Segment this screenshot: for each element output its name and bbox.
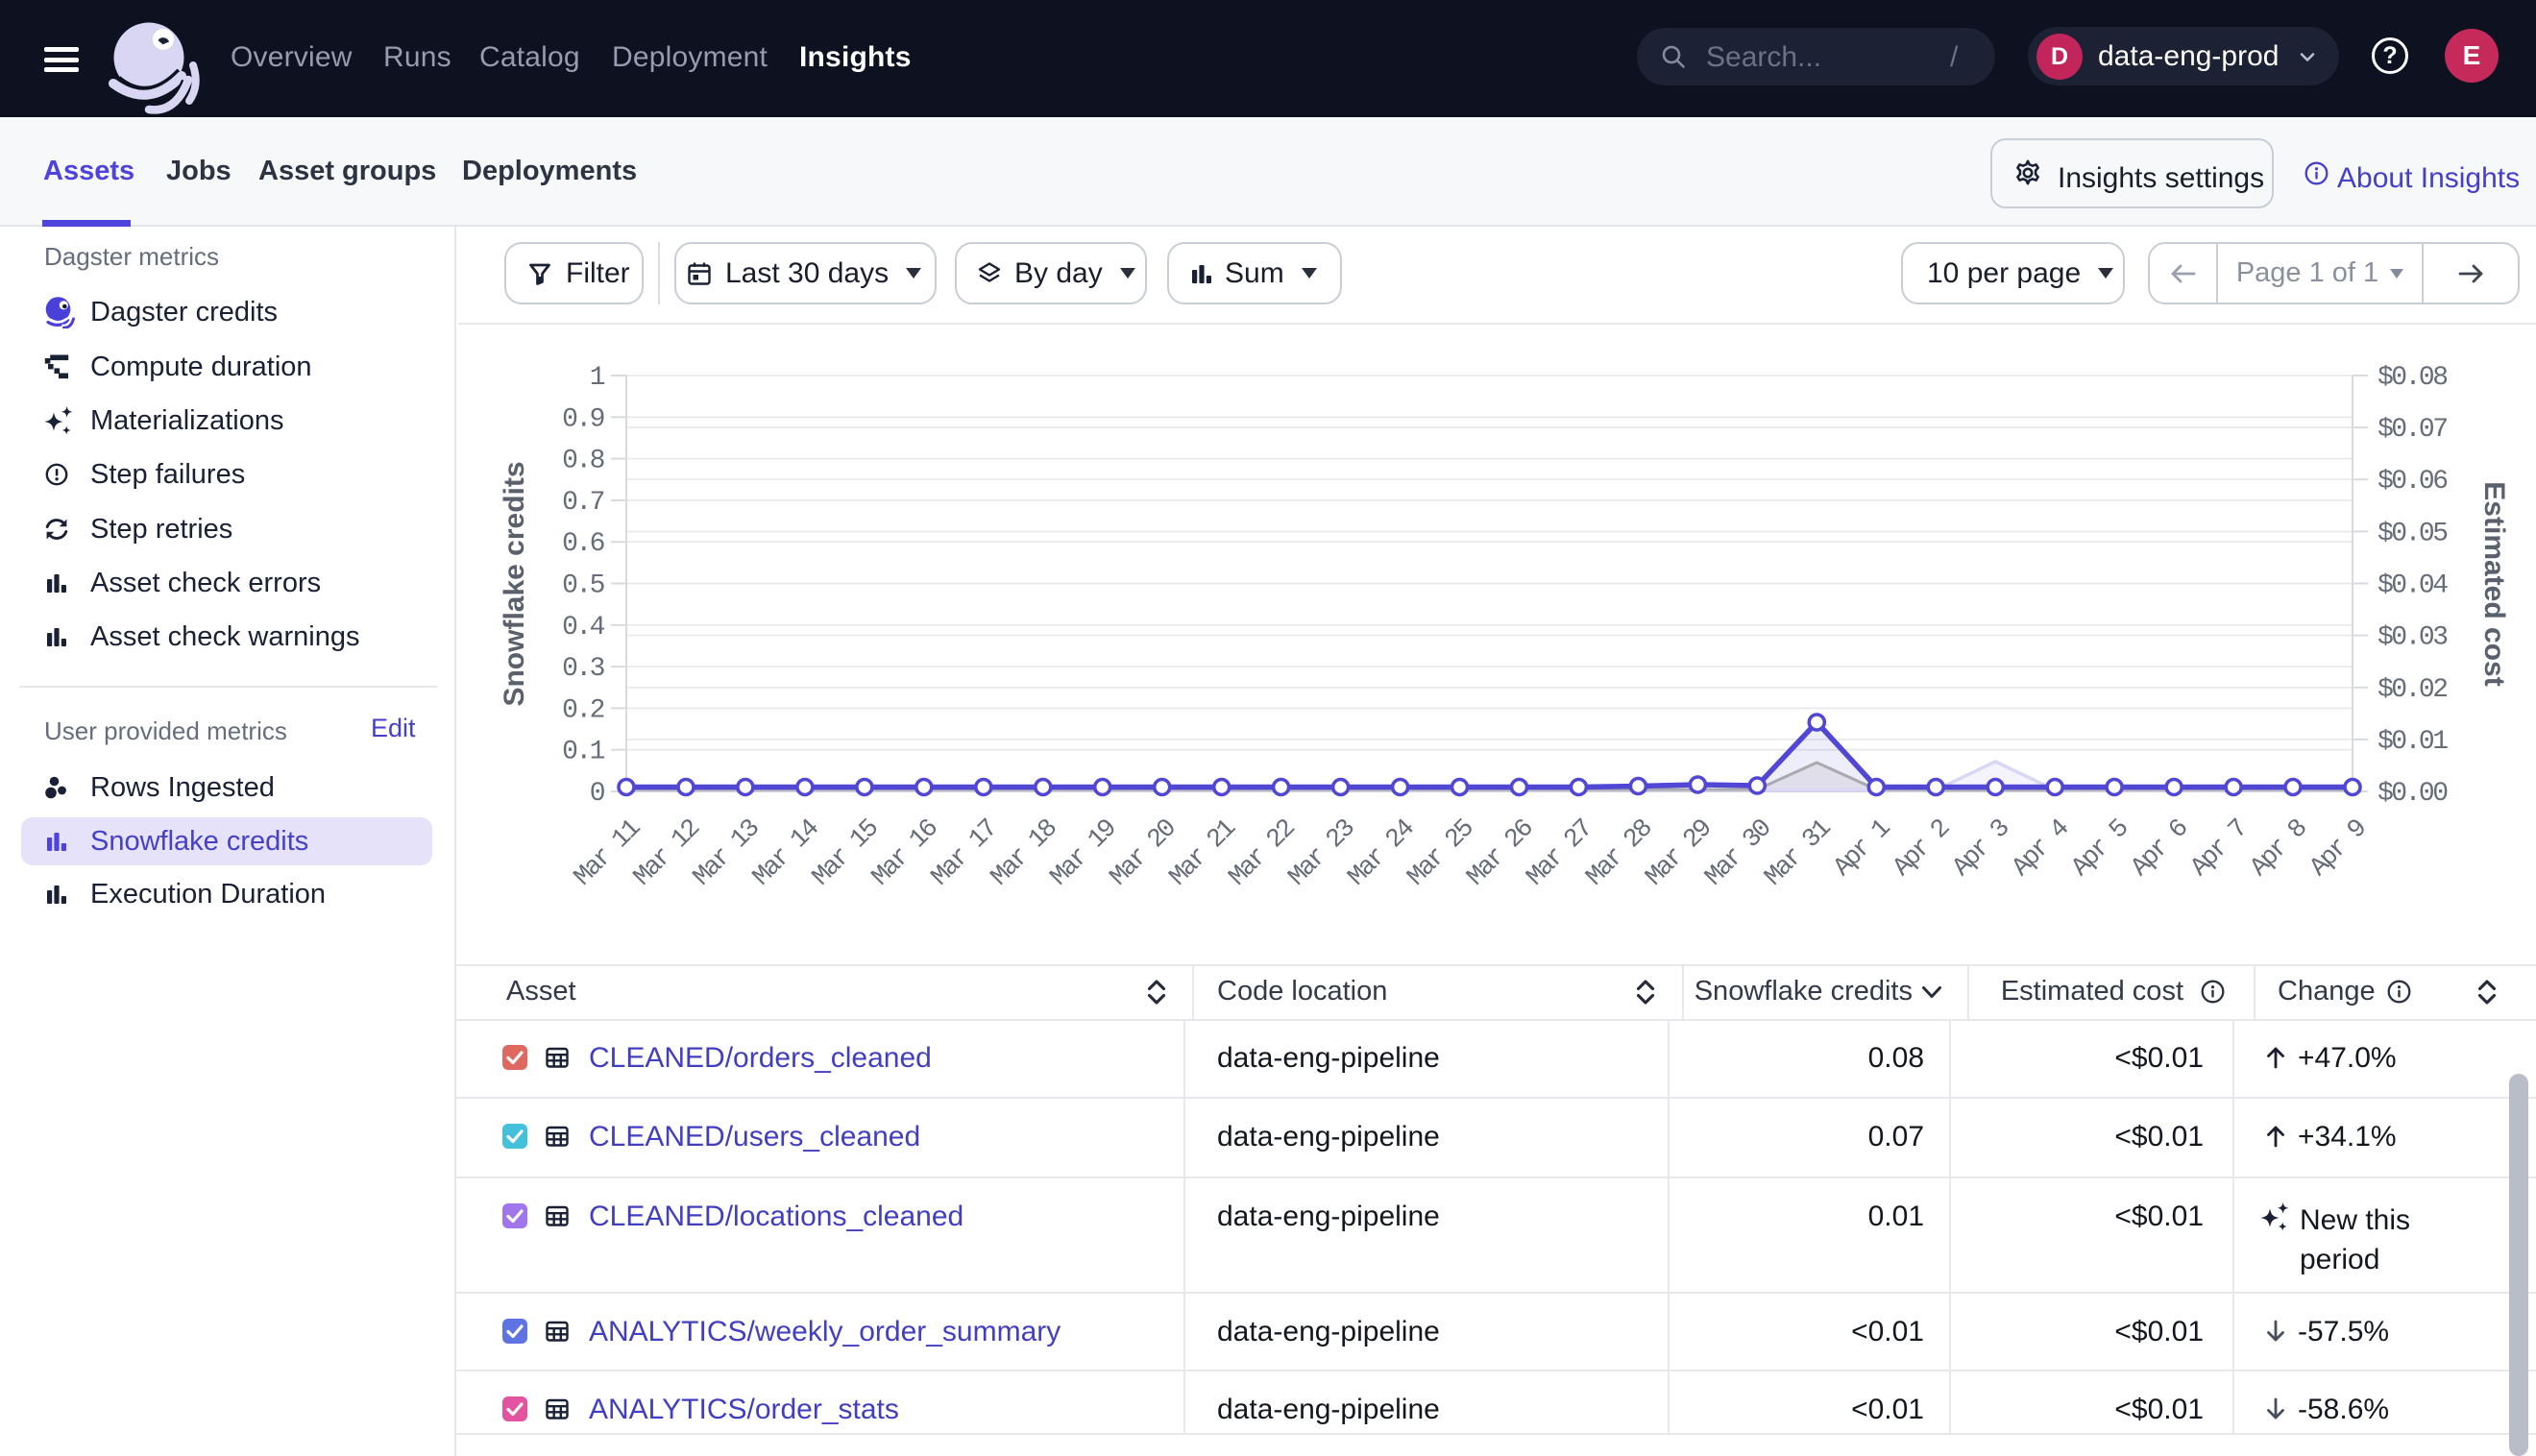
svg-text:Apr 6: Apr 6: [2126, 814, 2194, 883]
svg-text:Mar 17: Mar 17: [926, 814, 1004, 892]
svg-text:0.9: 0.9: [562, 404, 604, 434]
svg-text:Apr 4: Apr 4: [2008, 814, 2076, 883]
svg-text:Mar 19: Mar 19: [1045, 814, 1123, 892]
svg-text:Apr 8: Apr 8: [2245, 814, 2313, 883]
svg-text:Mar 20: Mar 20: [1105, 814, 1183, 892]
svg-text:$0.05: $0.05: [2378, 519, 2448, 548]
svg-text:$0.08: $0.08: [2378, 363, 2447, 393]
svg-text:?: ?: [2382, 42, 2397, 69]
svg-text:0.7: 0.7: [562, 488, 604, 518]
svg-text:0.1: 0.1: [562, 738, 605, 767]
svg-text:$0.07: $0.07: [2378, 415, 2447, 445]
svg-text:$0.04: $0.04: [2378, 571, 2448, 601]
svg-text:Mar 21: Mar 21: [1164, 814, 1242, 892]
svg-text:Mar 31: Mar 31: [1760, 814, 1838, 892]
svg-text:Mar 28: Mar 28: [1581, 814, 1659, 892]
svg-text:0.6: 0.6: [562, 529, 604, 559]
svg-text:Mar 23: Mar 23: [1283, 814, 1361, 892]
svg-text:$0.02: $0.02: [2378, 675, 2447, 705]
svg-text:0.4: 0.4: [562, 613, 605, 643]
svg-text:Mar 27: Mar 27: [1522, 814, 1599, 892]
svg-text:0: 0: [590, 779, 605, 809]
svg-text:Mar 16: Mar 16: [866, 814, 944, 892]
svg-text:$0.01: $0.01: [2378, 727, 2448, 757]
svg-text:Mar 25: Mar 25: [1402, 814, 1480, 892]
svg-text:0.5: 0.5: [562, 571, 605, 601]
svg-text:Mar 24: Mar 24: [1343, 814, 1421, 892]
svg-text:Apr 2: Apr 2: [1889, 814, 1957, 883]
svg-text:Mar 30: Mar 30: [1700, 814, 1778, 892]
svg-text:Mar 18: Mar 18: [986, 814, 1063, 892]
svg-text:$0.03: $0.03: [2378, 623, 2448, 653]
svg-text:0.3: 0.3: [562, 654, 605, 684]
svg-text:Apr 3: Apr 3: [1948, 814, 2016, 883]
svg-text:$0.00: $0.00: [2378, 779, 2448, 809]
svg-text:Mar 14: Mar 14: [747, 814, 825, 892]
svg-text:0.8: 0.8: [562, 447, 604, 476]
svg-text:Estimated cost: Estimated cost: [2478, 481, 2510, 686]
svg-text:$0.06: $0.06: [2378, 467, 2447, 497]
svg-text:Mar 29: Mar 29: [1641, 814, 1719, 892]
svg-text:Apr 1: Apr 1: [1829, 814, 1897, 883]
svg-text:Mar 12: Mar 12: [629, 814, 707, 892]
svg-text:Mar 22: Mar 22: [1224, 814, 1302, 892]
svg-text:Mar 15: Mar 15: [807, 814, 885, 892]
svg-text:Apr 7: Apr 7: [2185, 814, 2254, 883]
svg-text:1: 1: [590, 363, 605, 393]
svg-text:Apr 9: Apr 9: [2304, 814, 2373, 883]
svg-text:Snowflake credits: Snowflake credits: [499, 461, 530, 706]
svg-text:Mar 26: Mar 26: [1462, 814, 1540, 892]
svg-text:Mar 11: Mar 11: [570, 814, 647, 892]
svg-text:Apr 5: Apr 5: [2066, 814, 2134, 883]
svg-text:Mar 13: Mar 13: [688, 814, 766, 892]
svg-text:0.2: 0.2: [562, 695, 604, 725]
